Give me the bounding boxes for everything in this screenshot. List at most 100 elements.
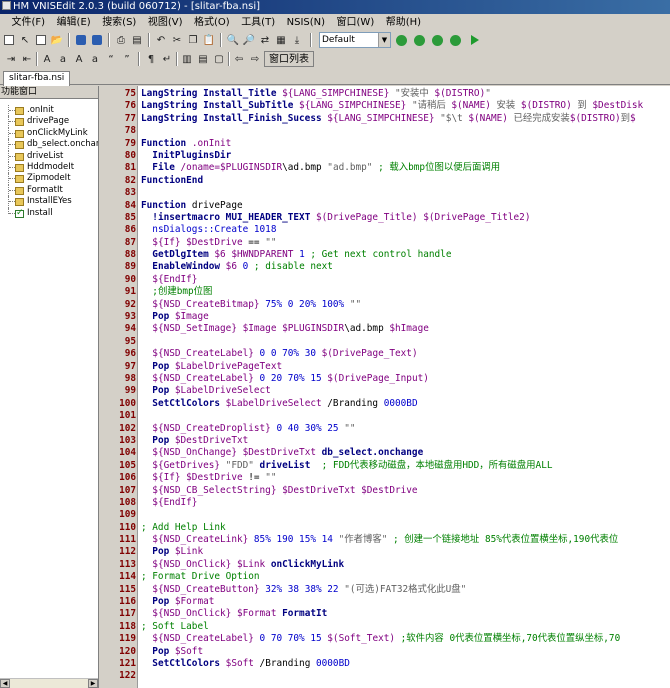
comment-icon[interactable]: “ (104, 52, 118, 66)
code-line[interactable]: 95 (100, 336, 670, 348)
code-line[interactable]: 75 LangString Install_Title ${LANG_SIMPCH… (100, 88, 670, 100)
indent-icon[interactable]: ⇥ (4, 52, 18, 66)
menu-nsis[interactable]: NSIS(N) (283, 15, 329, 30)
open-folder-icon[interactable]: 📂 (50, 33, 64, 47)
function-item[interactable]: FormatIt (0, 184, 98, 197)
find-icon[interactable]: 🔍 (226, 33, 240, 47)
code-line[interactable]: 111 ${NSD_CreateLink} 85% 190 15% 14 "作者… (100, 534, 670, 546)
window-list-button[interactable]: 窗口列表 (264, 51, 314, 67)
code-line[interactable]: 104 ${NSD_OnChange} $DestDriveTxt db_sel… (100, 447, 670, 459)
code-line[interactable]: 116 Pop $Format (100, 596, 670, 608)
tab-slitar-fba[interactable]: slitar-fba.nsi (3, 71, 71, 86)
menu-help[interactable]: 帮助(H) (382, 15, 425, 30)
function-item[interactable]: Install (0, 207, 98, 219)
bookmark-icon[interactable]: ▦ (274, 33, 288, 47)
test-installer-icon[interactable] (448, 33, 462, 47)
find-next-icon[interactable]: 🔎 (242, 33, 256, 47)
code-line[interactable]: 118 ; Soft Label (100, 621, 670, 633)
paragraph-icon[interactable]: ¶ (144, 52, 158, 66)
copy-icon[interactable]: ❐ (186, 33, 200, 47)
split-horizontal-icon[interactable]: ▥ (180, 52, 194, 66)
menu-file[interactable]: 文件(F) (8, 15, 50, 30)
syntax-icon[interactable] (394, 33, 408, 47)
outdent-icon[interactable]: ⇤ (20, 52, 34, 66)
code-line[interactable]: 119 ${NSD_CreateLabel} 0 70 70% 15 $(Sof… (100, 633, 670, 645)
function-item[interactable]: onClickMyLink (0, 127, 98, 140)
replace-icon[interactable]: ⇄ (258, 33, 272, 47)
menu-format[interactable]: 格式(O) (190, 15, 234, 30)
code-line[interactable]: 88 GetDlgItem $6 $HWNDPARENT 1 ; Get nex… (100, 249, 670, 261)
print-icon[interactable]: ⎙ (114, 33, 128, 47)
code-line[interactable]: 107 ${NSD_CB_SelectString} $DestDriveTxt… (100, 485, 670, 497)
split-vertical-icon[interactable]: ▤ (196, 52, 210, 66)
chevron-down-icon[interactable]: ▼ (378, 33, 390, 47)
save-icon[interactable] (74, 33, 88, 47)
sidebar-horizontal-scrollbar[interactable]: ◀ ▶ (0, 678, 98, 688)
code-line[interactable]: 114 ; Format Drive Option (100, 571, 670, 583)
code-line[interactable]: 120 Pop $Soft (100, 646, 670, 658)
paste-icon[interactable]: 📋 (202, 33, 216, 47)
code-line[interactable]: 96 ${NSD_CreateLabel} 0 0 70% 30 $(Drive… (100, 348, 670, 360)
code-line[interactable]: 82 FunctionEnd (100, 175, 670, 187)
new-file-icon[interactable] (2, 33, 16, 47)
goto-icon[interactable]: ⤓ (290, 33, 304, 47)
menu-search[interactable]: 搜索(S) (98, 15, 140, 30)
code-line[interactable]: 92 ${NSD_CreateBitmap} 75% 0 20% 100% "" (100, 299, 670, 311)
print-preview-icon[interactable]: ▤ (130, 33, 144, 47)
code-line[interactable]: 86 nsDialogs::Create 1018 (100, 224, 670, 236)
font-smaller-icon[interactable]: a (56, 52, 70, 66)
code-line[interactable]: 87 ${If} $DestDrive == "" (100, 237, 670, 249)
code-line[interactable]: 102 ${NSD_CreateDroplist} 0 40 30% 25 "" (100, 423, 670, 435)
menu-edit[interactable]: 编辑(E) (53, 15, 95, 30)
function-item[interactable]: driveList (0, 150, 98, 162)
scroll-left-icon[interactable]: ◀ (0, 679, 10, 688)
code-line[interactable]: 80 InitPluginsDir (100, 150, 670, 162)
code-line[interactable]: 110 ; Add Help Link (100, 522, 670, 534)
code-line[interactable]: 76 LangString Install_SubTitle ${LANG_SIM… (100, 100, 670, 112)
wordwrap-icon[interactable]: ↵ (160, 52, 174, 66)
menu-tools[interactable]: 工具(T) (237, 15, 279, 30)
no-split-icon[interactable]: ▢ (212, 52, 226, 66)
code-line[interactable]: 101 (100, 410, 670, 422)
function-item[interactable]: HddmodeIt (0, 161, 98, 174)
cut-icon[interactable]: ✂ (170, 33, 184, 47)
function-item[interactable]: .onInit (0, 105, 98, 117)
code-editor[interactable]: 75 LangString Install_Title ${LANG_SIMPCH… (100, 86, 670, 688)
menu-view[interactable]: 视图(V) (144, 15, 187, 30)
code-line[interactable]: 97 Pop $LabelDrivePageText (100, 361, 670, 373)
code-line[interactable]: 89 EnableWindow $6 0 ; disable next (100, 261, 670, 273)
template-icon[interactable] (34, 33, 48, 47)
lowercase-icon[interactable]: a (88, 52, 102, 66)
compile-run-icon[interactable] (430, 33, 444, 47)
code-line[interactable]: 100 SetCtlColors $LabelDriveSelect /Bran… (100, 398, 670, 410)
arrow-right-icon[interactable]: ⇨ (248, 52, 262, 66)
code-line[interactable]: 90 ${EndIf} (100, 274, 670, 286)
font-larger-icon[interactable]: A (40, 52, 54, 66)
code-line[interactable]: 115 ${NSD_CreateButton} 32% 38 38% 22 "(… (100, 584, 670, 596)
code-line[interactable]: 83 (100, 187, 670, 199)
code-area[interactable]: 75 LangString Install_Title ${LANG_SIMPCH… (100, 88, 670, 683)
code-line[interactable]: 79 Function .onInit (100, 138, 670, 150)
code-line[interactable]: 77 LangString Install_Finish_Sucess ${LAN… (100, 113, 670, 125)
code-line[interactable]: 78 (100, 125, 670, 137)
compile-icon[interactable] (412, 33, 426, 47)
code-line[interactable]: 91 ;创建bmp位图 (100, 286, 670, 298)
function-item[interactable]: drivePage (0, 116, 98, 128)
scheme-select[interactable]: Default ▼ (319, 32, 391, 48)
uppercase-icon[interactable]: A (72, 52, 86, 66)
function-item[interactable]: ZipmodeIt (0, 173, 98, 185)
code-line[interactable]: 117 ${NSD_OnClick} $Format FormatIt (100, 608, 670, 620)
run-icon[interactable] (468, 33, 482, 47)
scroll-right-icon[interactable]: ▶ (88, 679, 98, 688)
code-line[interactable]: 94 ${NSD_SetImage} $Image $PLUGINSDIR\ad… (100, 323, 670, 335)
code-line[interactable]: 112 Pop $Link (100, 546, 670, 558)
code-line[interactable]: 84 Function drivePage (100, 200, 670, 212)
code-line[interactable]: 103 Pop $DestDriveTxt (100, 435, 670, 447)
save-all-icon[interactable] (90, 33, 104, 47)
arrow-left-icon[interactable]: ⇦ (232, 52, 246, 66)
code-line[interactable]: 106 ${If} $DestDrive != "" (100, 472, 670, 484)
code-line[interactable]: 81 File /oname=$PLUGINSDIR\ad.bmp "ad.bm… (100, 162, 670, 174)
code-line[interactable]: 98 ${NSD_CreateLabel} 0 20 70% 15 $(Driv… (100, 373, 670, 385)
menu-window[interactable]: 窗口(W) (333, 15, 379, 30)
code-line[interactable]: 99 Pop $LabelDriveSelect (100, 385, 670, 397)
